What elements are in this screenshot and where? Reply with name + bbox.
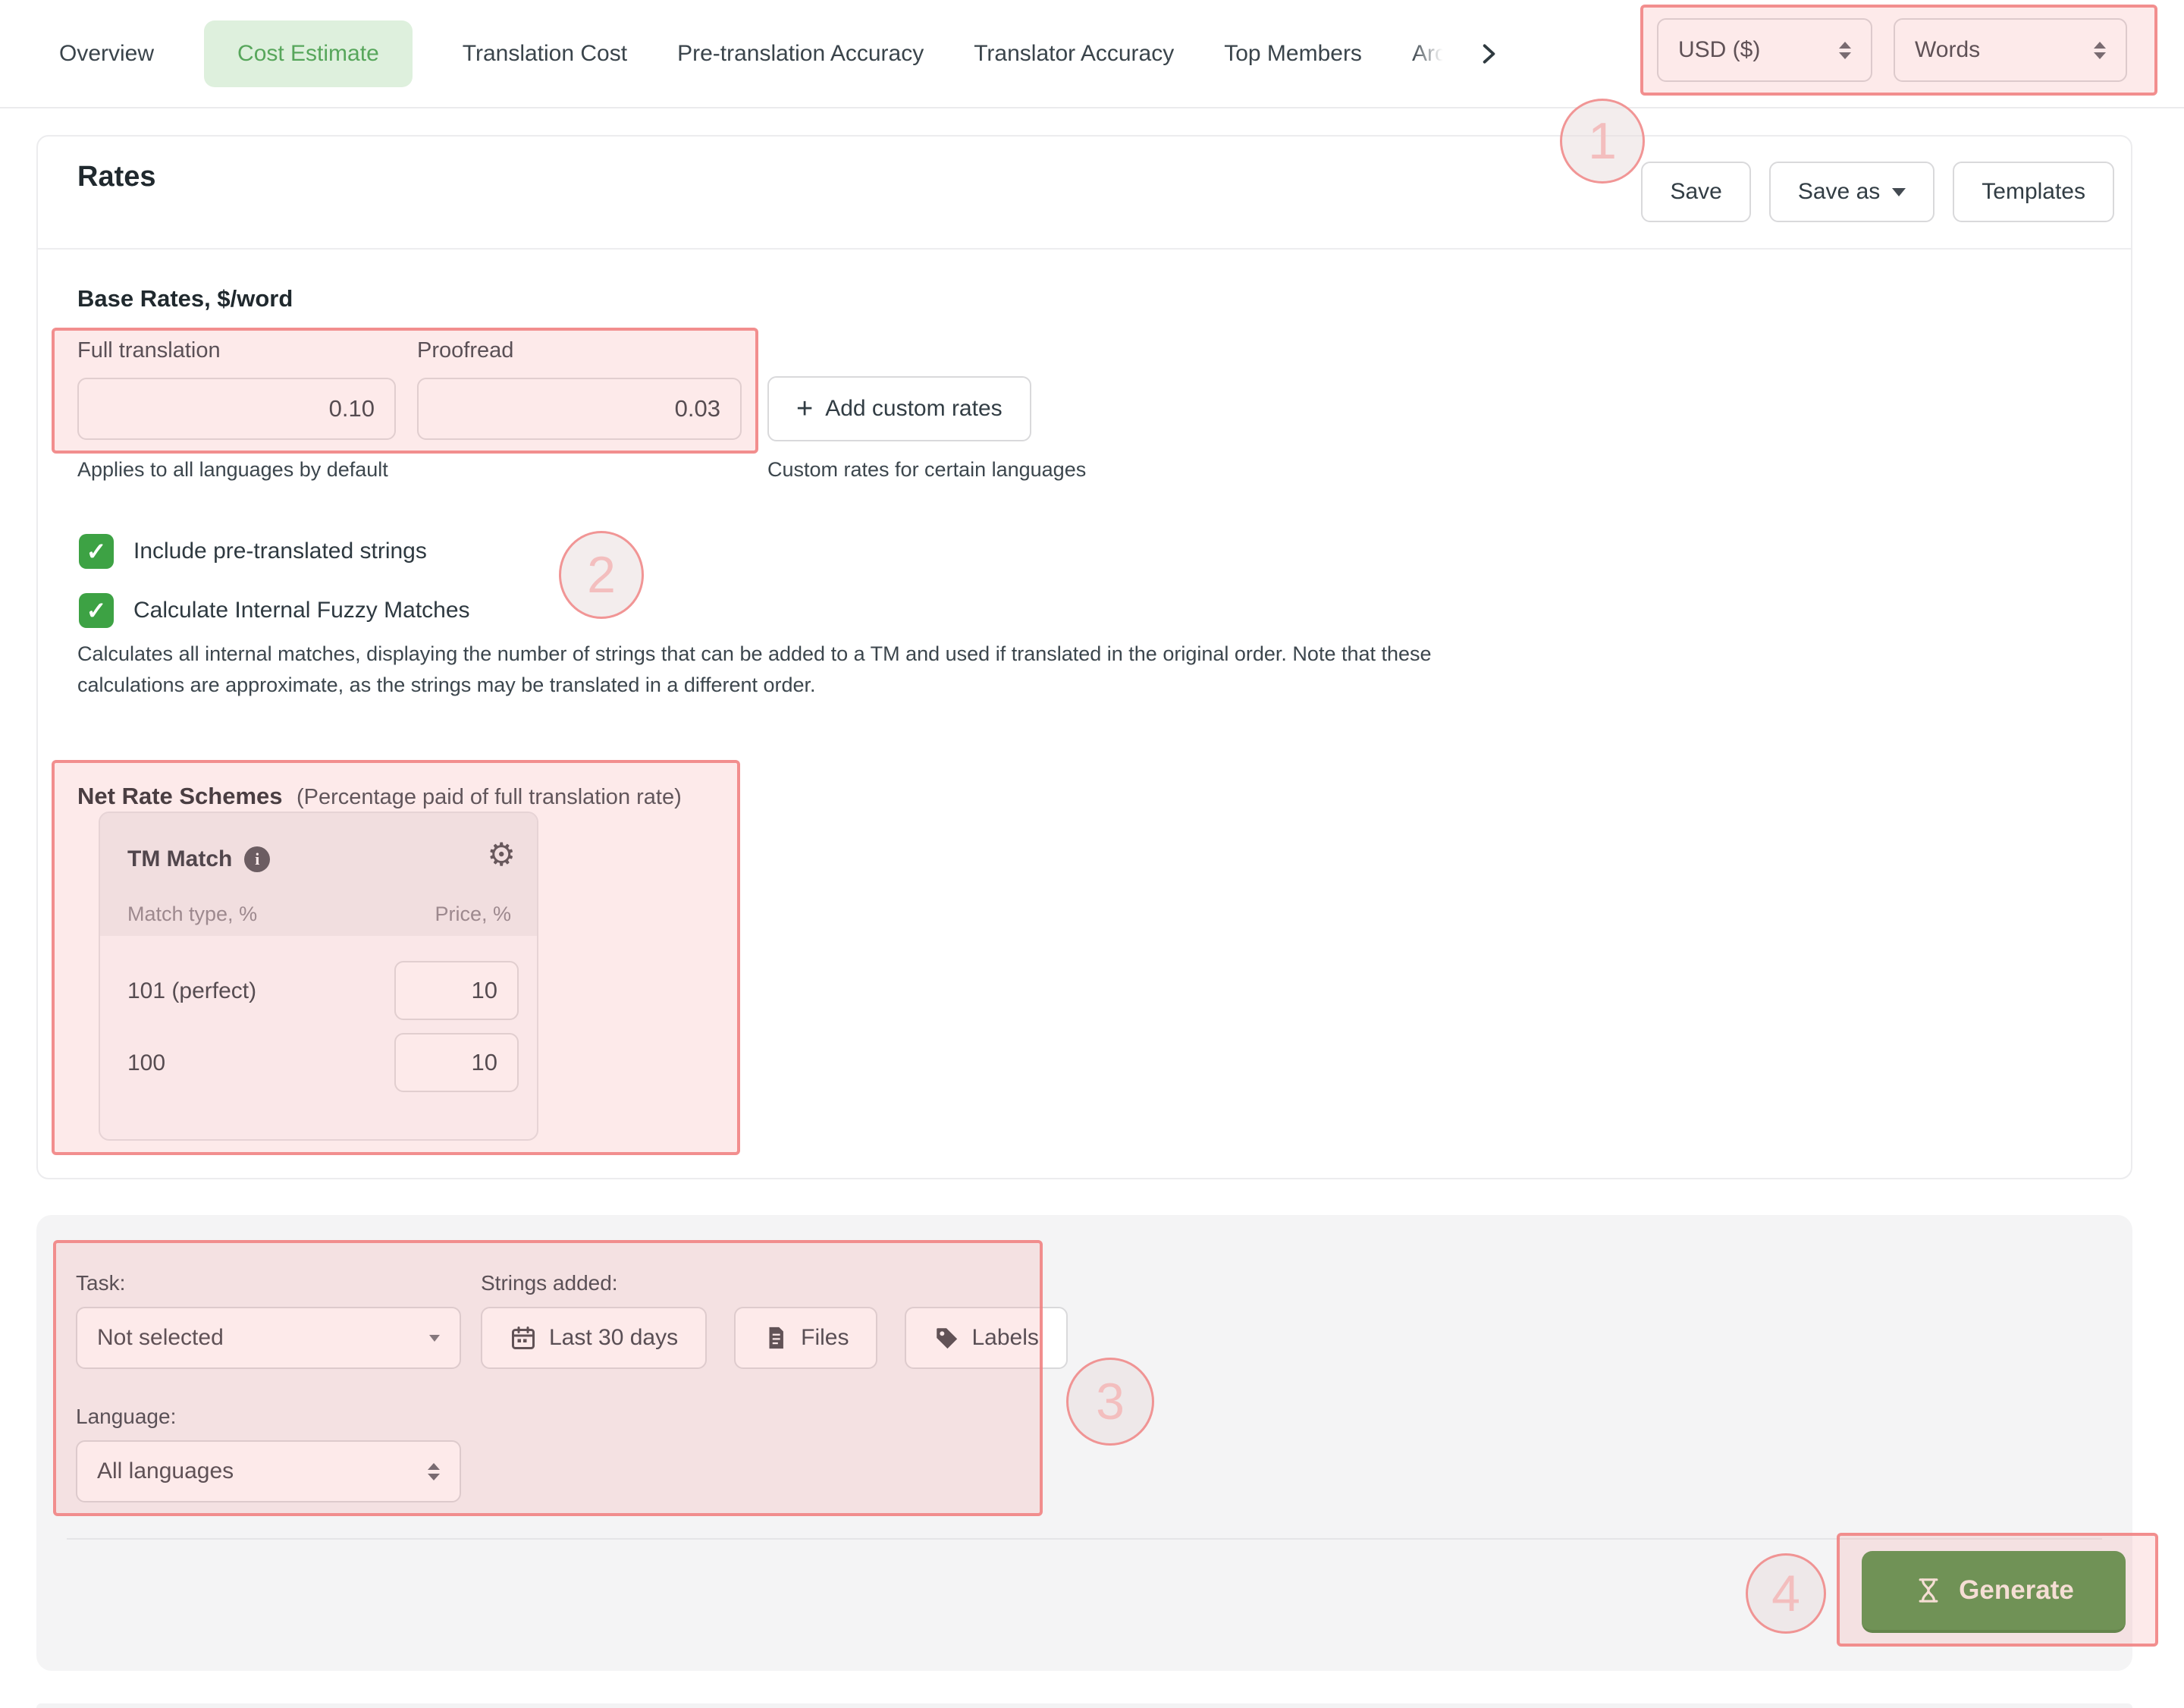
tab-cost-estimate[interactable]: Cost Estimate bbox=[204, 20, 413, 87]
pretranslated-checkbox-row: ✓ Include pre-translated strings bbox=[79, 534, 427, 569]
labels-filter-label: Labels bbox=[971, 1325, 1038, 1351]
net-rate-heading-row: Net Rate Schemes (Percentage paid of ful… bbox=[77, 783, 682, 810]
chevron-right-icon[interactable] bbox=[1476, 42, 1501, 66]
task-value: Not selected bbox=[97, 1325, 224, 1351]
tm-row-101-input[interactable] bbox=[394, 961, 519, 1020]
rates-title: Rates bbox=[77, 161, 156, 193]
calendar-icon bbox=[510, 1324, 537, 1352]
tab-top-members[interactable]: Top Members bbox=[1224, 41, 1362, 67]
strings-added-label: Strings added: bbox=[481, 1271, 618, 1295]
date-range-filter-label: Last 30 days bbox=[549, 1325, 678, 1351]
generate-button[interactable]: Generate bbox=[1862, 1551, 2126, 1633]
match-type-column-header: Match type, % bbox=[127, 903, 257, 926]
strings-added-filters: Last 30 days Files Labels bbox=[481, 1307, 1068, 1369]
caret-down-icon bbox=[1892, 188, 1906, 196]
card-header-divider bbox=[38, 248, 2131, 250]
tab-pre-translation-accuracy[interactable]: Pre-translation Accuracy bbox=[677, 41, 924, 67]
tm-row-label: 100 bbox=[127, 1050, 165, 1076]
language-label: Language: bbox=[76, 1405, 176, 1429]
templates-button[interactable]: Templates bbox=[1953, 162, 2114, 222]
tm-row-100-input[interactable] bbox=[394, 1033, 519, 1092]
date-range-filter-button[interactable]: Last 30 days bbox=[481, 1307, 707, 1369]
tab-translation-cost[interactable]: Translation Cost bbox=[463, 41, 627, 67]
fuzzy-description: Calculates all internal matches, display… bbox=[77, 639, 1507, 701]
tag-icon bbox=[934, 1325, 959, 1351]
proofread-label: Proofread bbox=[417, 338, 513, 363]
panel-divider bbox=[67, 1538, 2102, 1540]
file-icon bbox=[763, 1325, 789, 1351]
checkbox-checked-icon[interactable]: ✓ bbox=[79, 593, 114, 628]
rates-card: Rates Save Save as Templates Base Rates,… bbox=[36, 135, 2132, 1179]
net-rate-subheading: (Percentage paid of full translation rat… bbox=[297, 785, 682, 809]
task-select[interactable]: Not selected bbox=[76, 1307, 461, 1369]
language-select[interactable]: All languages bbox=[76, 1440, 461, 1502]
next-section-edge bbox=[36, 1703, 2132, 1708]
net-rate-heading: Net Rate Schemes bbox=[77, 783, 283, 809]
generator-panel: Task: Not selected Strings added: Last 3… bbox=[36, 1215, 2132, 1671]
files-filter-button[interactable]: Files bbox=[734, 1307, 877, 1369]
tm-match-title: TM Match bbox=[127, 846, 232, 872]
full-translation-label: Full translation bbox=[77, 338, 221, 363]
add-custom-rates-button[interactable]: + Add custom rates bbox=[767, 376, 1031, 441]
custom-rates-note: Custom rates for certain languages bbox=[767, 458, 1086, 482]
save-button[interactable]: Save bbox=[1641, 162, 1750, 222]
save-as-button[interactable]: Save as bbox=[1769, 162, 1935, 222]
task-label: Task: bbox=[76, 1271, 125, 1295]
generate-label: Generate bbox=[1959, 1575, 2074, 1606]
checkbox-checked-icon[interactable]: ✓ bbox=[79, 534, 114, 569]
tab-overview[interactable]: Overview bbox=[59, 41, 154, 67]
cost-estimate-page: Overview Cost Estimate Translation Cost … bbox=[0, 0, 2184, 1708]
updown-caret-icon bbox=[428, 1463, 440, 1480]
labels-filter-button[interactable]: Labels bbox=[905, 1307, 1067, 1369]
base-rates-heading: Base Rates, $/word bbox=[77, 285, 293, 312]
language-value: All languages bbox=[97, 1458, 234, 1484]
price-column-header: Price, % bbox=[435, 903, 511, 926]
currency-value: USD ($) bbox=[1678, 37, 1760, 63]
updown-caret-icon bbox=[2094, 42, 2106, 59]
proofread-input[interactable] bbox=[417, 378, 742, 440]
caret-down-icon bbox=[429, 1335, 440, 1342]
info-icon[interactable]: i bbox=[244, 846, 270, 872]
updown-caret-icon bbox=[1839, 42, 1851, 59]
tm-match-header: TM Match i ⚙ Match type, % Price, % bbox=[100, 813, 537, 936]
tab-overflow-archived[interactable]: Arc bbox=[1412, 41, 1446, 67]
save-as-label: Save as bbox=[1798, 179, 1880, 205]
save-label: Save bbox=[1670, 179, 1721, 205]
rates-actions: Save Save as Templates bbox=[1641, 162, 2114, 222]
fuzzy-checkbox-row: ✓ Calculate Internal Fuzzy Matches bbox=[79, 593, 470, 628]
base-rates-note: Applies to all languages by default bbox=[77, 458, 388, 482]
units-value: Words bbox=[1915, 37, 1980, 63]
tm-match-title-row: TM Match i bbox=[127, 846, 270, 872]
pretranslated-checkbox-label: Include pre-translated strings bbox=[133, 538, 427, 564]
gear-icon[interactable]: ⚙ bbox=[487, 839, 516, 871]
currency-select[interactable]: USD ($) bbox=[1657, 18, 1872, 82]
full-translation-input[interactable] bbox=[77, 378, 396, 440]
templates-label: Templates bbox=[1982, 179, 2085, 205]
units-select[interactable]: Words bbox=[1894, 18, 2127, 82]
tm-match-card: TM Match i ⚙ Match type, % Price, % 101 … bbox=[99, 812, 538, 1141]
files-filter-label: Files bbox=[801, 1325, 849, 1351]
hourglass-icon bbox=[1913, 1575, 1944, 1606]
fuzzy-checkbox-label: Calculate Internal Fuzzy Matches bbox=[133, 598, 470, 623]
tab-translator-accuracy[interactable]: Translator Accuracy bbox=[974, 41, 1174, 67]
add-custom-rates-label: Add custom rates bbox=[825, 396, 1002, 422]
tm-row-label: 101 (perfect) bbox=[127, 978, 256, 1004]
